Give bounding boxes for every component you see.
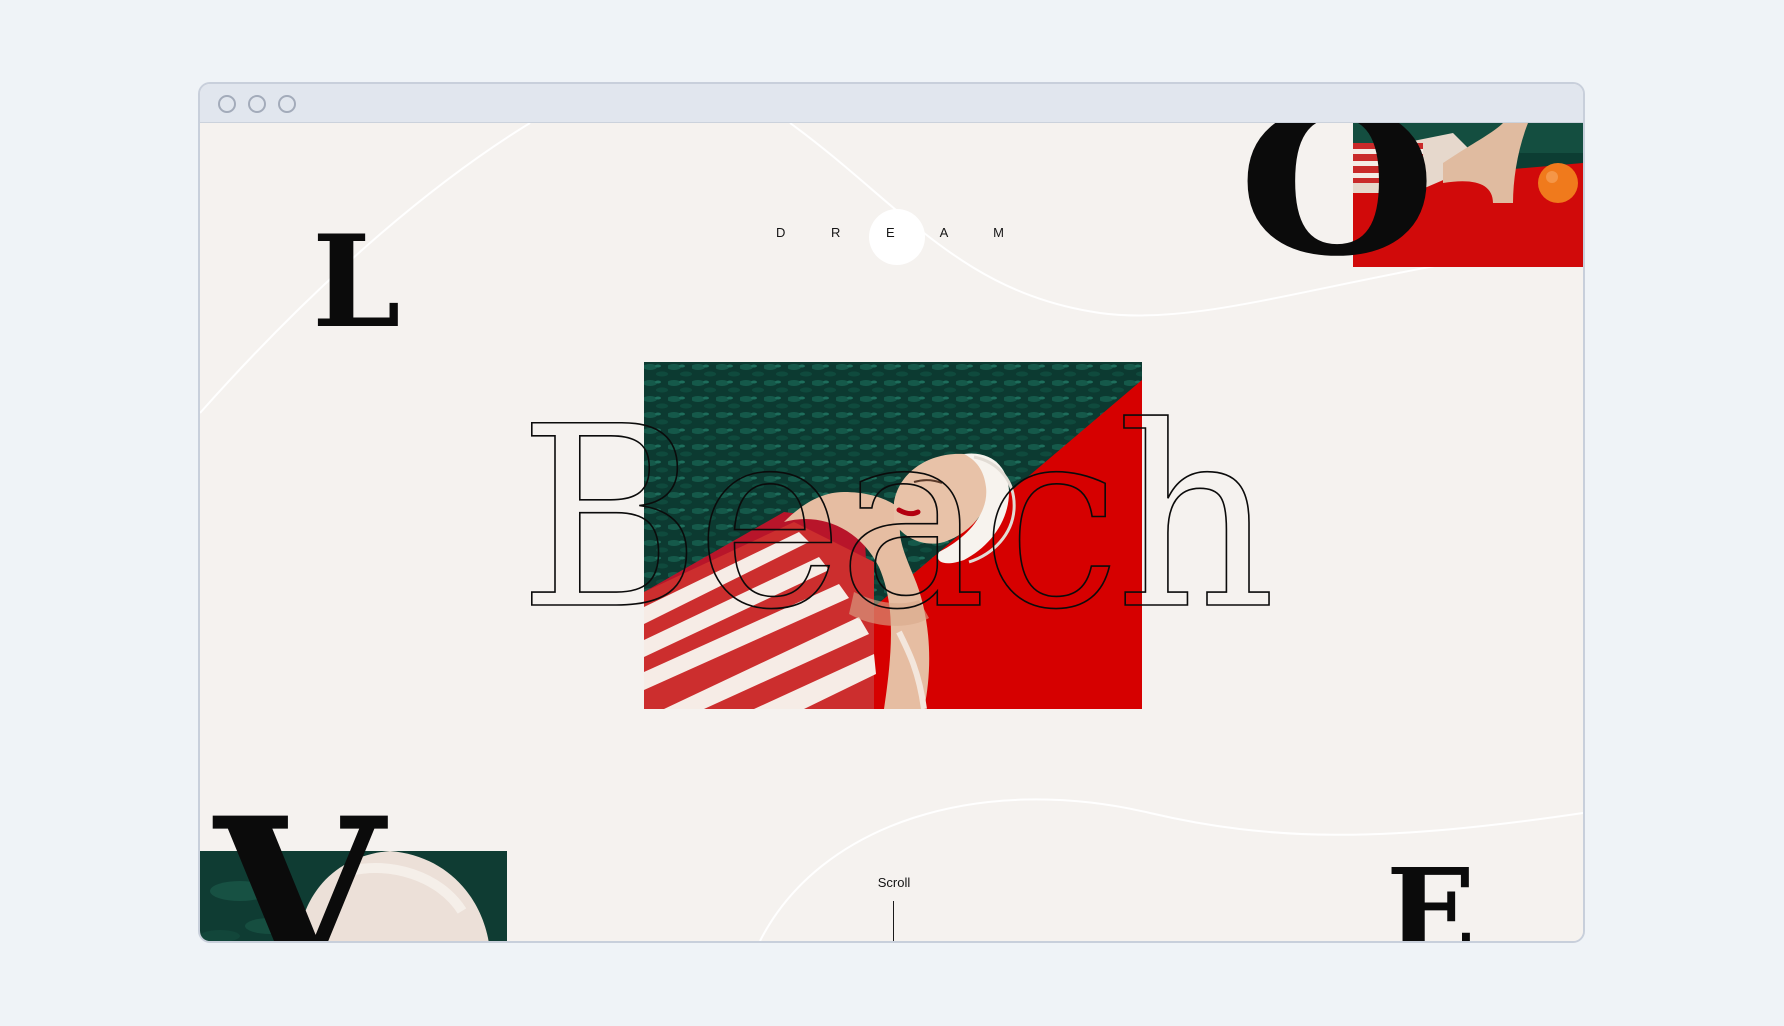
maximize-icon[interactable] (278, 95, 296, 113)
window-titlebar (200, 84, 1583, 123)
decorative-letter-o: O (1238, 123, 1437, 300)
browser-window: L D R E A M O Beach V Scroll E (198, 82, 1585, 943)
decorative-letter-v: V (214, 769, 385, 942)
page-viewport: L D R E A M O Beach V Scroll E (200, 123, 1583, 941)
scroll-indicator[interactable]: Scroll (834, 875, 954, 941)
scroll-line (893, 901, 894, 941)
hero-photo-art (644, 362, 1142, 709)
decorative-letter-l: L (312, 208, 401, 356)
scroll-label[interactable]: Scroll (834, 875, 954, 890)
minimize-icon[interactable] (248, 95, 266, 113)
page-stage: L D R E A M O Beach V Scroll E (0, 0, 1784, 1026)
dream-label: D R E A M (776, 225, 1025, 240)
hero-photo[interactable] (644, 362, 1142, 709)
close-icon[interactable] (218, 95, 236, 113)
decorative-letter-e: E (1386, 842, 1476, 942)
dream-eyebrow: D R E A M (740, 205, 1040, 265)
